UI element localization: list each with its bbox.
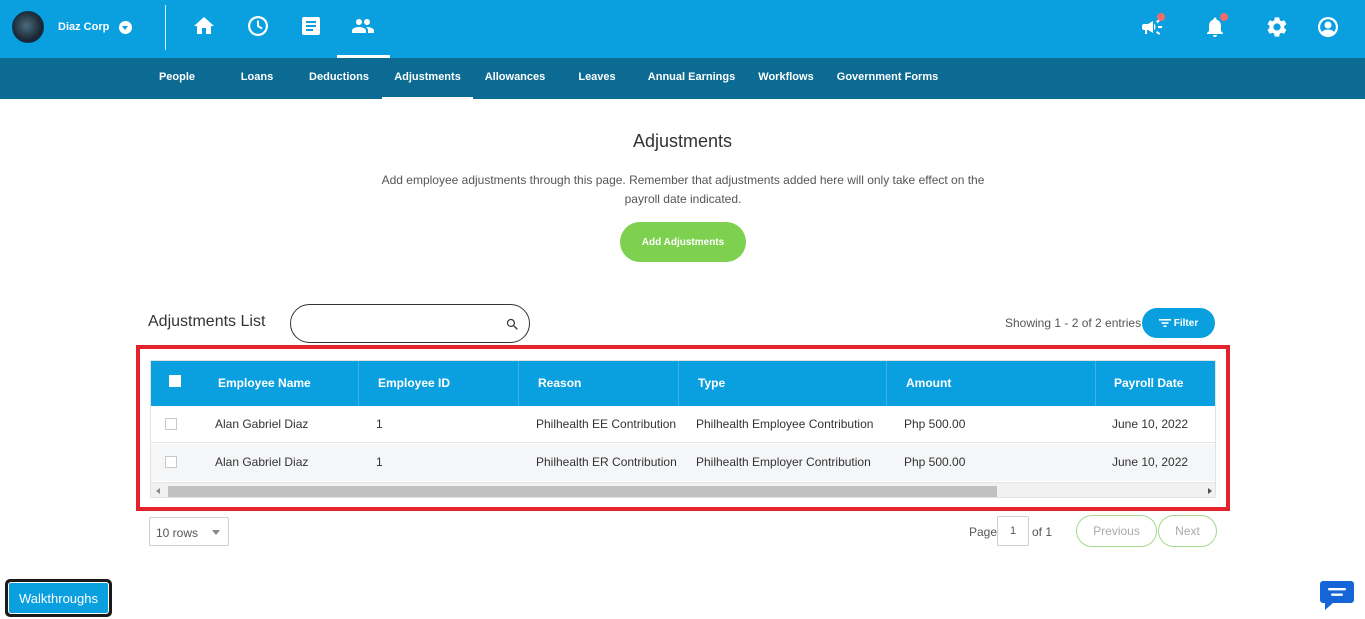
column-header-employee-id[interactable]: Employee ID	[378, 361, 450, 406]
cell-type: Philhealth Employee Contribution	[696, 417, 874, 431]
row-checkbox[interactable]	[165, 418, 177, 430]
subnav-item-adjustments[interactable]: Adjustments	[382, 58, 473, 99]
document-icon[interactable]	[298, 13, 324, 39]
scroll-right-arrow-icon[interactable]	[1208, 488, 1212, 494]
table-row[interactable]: Alan Gabriel Diaz 1 Philhealth EE Contri…	[151, 406, 1215, 443]
cell-payroll-date: June 10, 2022	[1112, 455, 1189, 469]
company-logo	[12, 11, 44, 43]
row-checkbox[interactable]	[165, 456, 177, 468]
column-header-amount[interactable]: Amount	[906, 361, 951, 406]
cell-employee-id: 1	[376, 417, 383, 431]
horizontal-scrollbar[interactable]	[151, 482, 1215, 497]
notification-dot	[1157, 13, 1165, 21]
page-title: Adjustments	[632, 131, 733, 151]
divider	[165, 5, 166, 50]
search-input[interactable]	[305, 314, 495, 334]
rows-per-page-value: 10 rows	[156, 526, 199, 540]
table-row[interactable]: Alan Gabriel Diaz 1 Philhealth ER Contri…	[151, 444, 1215, 481]
next-page-button[interactable]: Next	[1158, 515, 1217, 547]
list-title: Adjustments List	[148, 313, 266, 330]
adjustments-table: Employee Name Employee ID Reason Type Am…	[150, 360, 1216, 498]
subnav-item-workflows[interactable]: Workflows	[753, 58, 819, 99]
select-all-checkbox[interactable]	[169, 375, 181, 387]
cell-amount: Php 500.00	[904, 455, 966, 469]
bell-icon[interactable]	[1202, 13, 1228, 40]
cell-employee-name: Alan Gabriel Diaz	[215, 455, 309, 469]
cell-employee-id: 1	[376, 455, 383, 469]
home-icon[interactable]	[191, 13, 217, 39]
scrollbar-thumb[interactable]	[168, 486, 997, 497]
column-header-payroll-date[interactable]: Payroll Date	[1114, 361, 1183, 406]
page-description: Add employee adjustments through this pa…	[381, 173, 985, 206]
cell-reason: Philhealth ER Contribution	[536, 455, 677, 469]
page-number-input[interactable]	[997, 516, 1029, 546]
company-name: Diaz Corp	[58, 21, 110, 33]
gear-icon[interactable]	[1264, 14, 1290, 40]
subnav-item-government-forms[interactable]: Government Forms	[835, 58, 940, 99]
column-header-employee-name[interactable]: Employee Name	[218, 361, 311, 406]
megaphone-icon[interactable]	[1139, 13, 1165, 40]
page-label: Page	[969, 525, 998, 539]
company-switcher[interactable]: Diaz Corp	[12, 11, 133, 43]
walkthroughs-label: Walkthroughs	[8, 582, 109, 614]
previous-page-button[interactable]: Previous	[1076, 515, 1157, 547]
sub-navigation: People Loans Deductions Adjustments Allo…	[0, 58, 1365, 99]
search-icon[interactable]	[505, 317, 520, 332]
column-divider	[678, 361, 679, 406]
column-divider	[358, 361, 359, 406]
cell-type: Philhealth Employer Contribution	[696, 455, 871, 469]
notification-dot	[1220, 13, 1228, 21]
column-divider	[1095, 361, 1096, 406]
column-divider	[518, 361, 519, 406]
subnav-item-annual-earnings[interactable]: Annual Earnings	[645, 58, 738, 99]
filter-label: Filter	[1173, 317, 1199, 329]
filter-icon	[1158, 319, 1171, 327]
scroll-left-arrow-icon[interactable]	[156, 488, 160, 494]
column-header-type[interactable]: Type	[698, 361, 725, 406]
rows-per-page-select[interactable]: 10 rows	[149, 517, 229, 546]
subnav-item-deductions[interactable]: Deductions	[303, 58, 375, 99]
filter-button[interactable]: Filter	[1142, 308, 1215, 338]
entries-count: Showing 1 - 2 of 2 entries	[1005, 316, 1142, 330]
column-divider	[886, 361, 887, 406]
caret-down-icon	[212, 530, 220, 535]
page-total-label: of 1	[1032, 525, 1053, 539]
chevron-down-icon[interactable]	[119, 20, 133, 34]
people-icon[interactable]	[350, 13, 376, 39]
table-header: Employee Name Employee ID Reason Type Am…	[151, 361, 1215, 406]
top-bar: Diaz Corp	[0, 0, 1365, 58]
cell-payroll-date: June 10, 2022	[1112, 417, 1189, 431]
subnav-item-people[interactable]: People	[146, 58, 208, 99]
search-box	[290, 304, 530, 343]
column-header-reason[interactable]: Reason	[538, 361, 581, 406]
cell-reason: Philhealth EE Contribution	[536, 417, 677, 431]
clock-icon[interactable]	[245, 13, 271, 39]
account-icon[interactable]	[1315, 14, 1341, 40]
cell-amount: Php 500.00	[904, 417, 966, 431]
subnav-item-leaves[interactable]: Leaves	[573, 58, 621, 99]
subnav-item-loans[interactable]: Loans	[232, 58, 282, 99]
chat-icon[interactable]	[1319, 578, 1355, 612]
add-adjustments-button[interactable]: Add Adjustments	[620, 222, 746, 262]
cell-employee-name: Alan Gabriel Diaz	[215, 417, 309, 431]
subnav-item-allowances[interactable]: Allowances	[480, 58, 550, 99]
walkthroughs-button[interactable]: Walkthroughs	[5, 579, 112, 617]
